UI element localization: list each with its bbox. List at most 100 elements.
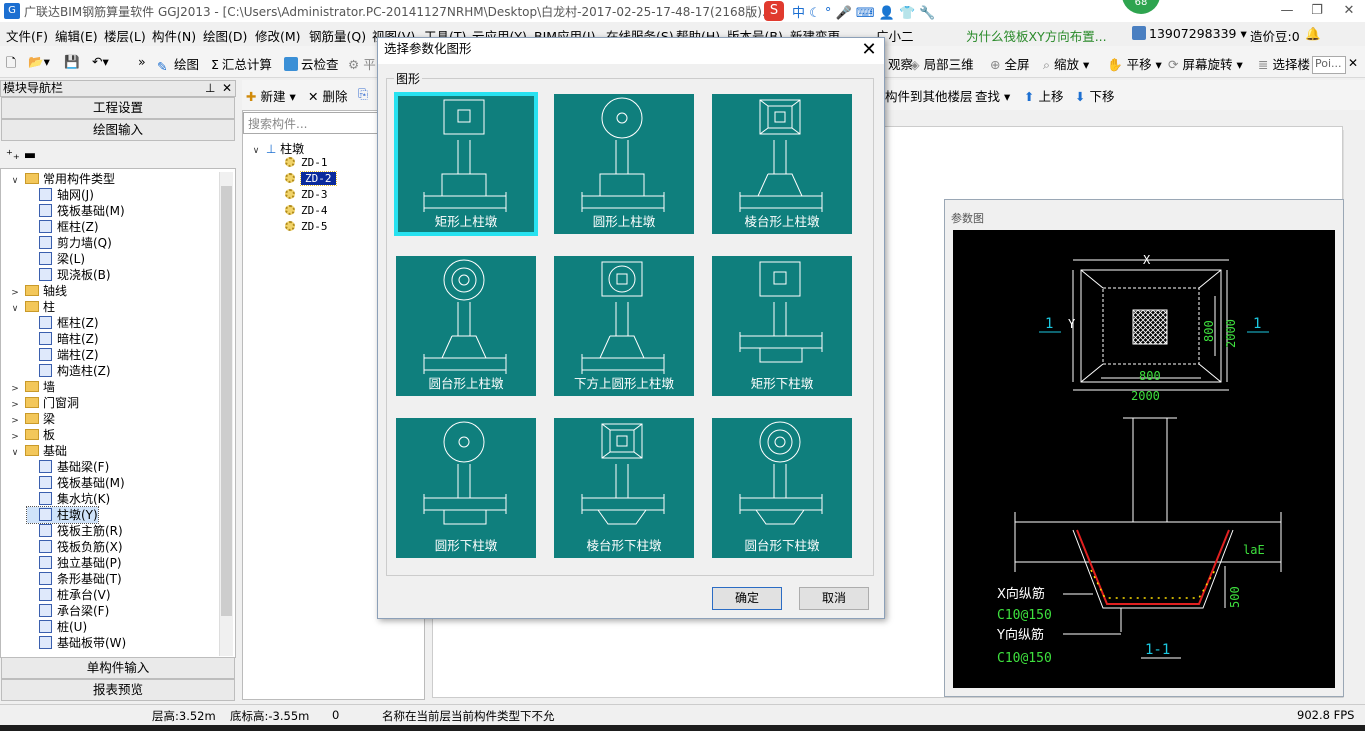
bell-icon[interactable]: 🔔 (1305, 26, 1321, 42)
local-3d-button[interactable]: ◈ 局部三维 (910, 54, 974, 73)
tree-item[interactable]: > 墙 (9, 379, 55, 395)
select-floor-button[interactable]: ≣ 选择楼 (1258, 54, 1310, 73)
report-preview-button[interactable]: 报表预览 (1, 679, 235, 701)
cloud-check-button[interactable]: 云检查 (284, 54, 339, 73)
poi-field[interactable]: Poi... (1312, 56, 1346, 74)
tree-item[interactable]: 框柱(Z) (27, 315, 99, 331)
save-icon[interactable]: 💾 (64, 54, 80, 70)
menu-draw[interactable]: 绘图(D) (203, 26, 247, 45)
sum-calc-button[interactable]: Σ 汇总计算 (211, 54, 272, 73)
flat-button[interactable]: ⚙ 平 (348, 54, 376, 73)
tree-item[interactable]: ∨ 柱 (9, 299, 55, 315)
cancel-button[interactable]: 取消 (799, 587, 869, 610)
component-item[interactable]: ZD-5 (285, 220, 328, 233)
tree-toggle-icon[interactable]: ∨ (9, 445, 21, 461)
tree-item[interactable]: 筏板基础(M) (27, 475, 125, 491)
component-item[interactable]: ZD-4 (285, 204, 328, 217)
tree-item[interactable]: 构造柱(Z) (27, 363, 111, 379)
tree-item[interactable]: > 门窗洞 (9, 395, 79, 411)
tree-item[interactable]: 基础梁(F) (27, 459, 109, 475)
new-file-icon[interactable]: 🗋 (6, 54, 16, 75)
open-file-icon[interactable]: 📂▾ (28, 54, 50, 70)
tree-item[interactable]: 轴网(J) (27, 187, 94, 203)
shape-tile[interactable]: 圆台形上柱墩 (396, 256, 536, 396)
tree-scrollbar[interactable] (219, 172, 233, 656)
component-item[interactable]: ZD-1 (285, 156, 328, 169)
shape-tile[interactable]: 矩形下柱墩 (712, 256, 852, 396)
nav-close-icon[interactable]: ✕ (222, 81, 232, 96)
project-settings-button[interactable]: 工程设置 (1, 97, 235, 119)
shape-tile[interactable]: 圆形上柱墩 (554, 94, 694, 234)
tree-scroll-thumb[interactable] (221, 186, 232, 616)
move-down-button[interactable]: ⬇ 下移 (1075, 86, 1114, 105)
tree-item[interactable]: 基础板带(W) (27, 635, 126, 651)
tree-item[interactable]: 框柱(Z) (27, 219, 99, 235)
expand-all-icon[interactable]: ⁺₊ ▬ (6, 148, 36, 163)
component-item[interactable]: ZD-3 (285, 188, 328, 201)
dialog-close-icon[interactable]: ✕ (858, 40, 880, 60)
account-phone[interactable]: 13907298339 ▾ (1132, 26, 1247, 41)
copy-to-floor-button[interactable]: 构件到其他楼层 (885, 86, 973, 105)
tree-item[interactable]: 独立基础(P) (27, 555, 122, 571)
draw-input-button[interactable]: 绘图输入 (1, 119, 235, 141)
tree-item[interactable]: 端柱(Z) (27, 347, 99, 363)
draw-button[interactable]: ✎ 绘图 (157, 54, 199, 74)
copy-icon[interactable]: ⎘ (358, 86, 368, 102)
main-scrollbar[interactable] (1343, 130, 1357, 698)
tree-item[interactable]: 桩(U) (27, 619, 87, 635)
shape-option[interactable]: 圆形上柱墩 (550, 88, 700, 242)
shape-option[interactable]: 矩形下柱墩 (708, 250, 858, 404)
shape-tile[interactable]: 矩形上柱墩 (394, 92, 538, 236)
tree-item[interactable]: 条形基础(T) (27, 571, 122, 587)
fullscreen-button[interactable]: ⊕ 全屏 (990, 54, 1029, 73)
shape-tile[interactable]: 棱台形上柱墩 (712, 94, 852, 234)
shape-option[interactable]: 棱台形上柱墩 (708, 88, 858, 242)
tree-item[interactable]: 筏板负筋(X) (27, 539, 123, 555)
zoom-button[interactable]: ⌕ 缩放 ▾ (1043, 54, 1089, 73)
notification-badge[interactable]: 68 (1122, 0, 1160, 14)
undo-icon[interactable]: ↶▾ (92, 54, 109, 69)
tree-item[interactable]: > 板 (9, 427, 55, 443)
menu-news-link[interactable]: 为什么筏板XY方向布置... (966, 26, 1107, 45)
shape-option[interactable]: 圆形下柱墩 (392, 412, 542, 566)
menu-edit[interactable]: 编辑(E) (55, 26, 98, 45)
delete-component-button[interactable]: ✕ 删除 (308, 86, 347, 105)
maximize-icon[interactable]: ❐ (1302, 2, 1332, 20)
collapse-toggle-icon[interactable]: ∨ (250, 146, 262, 156)
component-root[interactable]: ∨ ⊥ 柱墩 (250, 140, 304, 157)
tree-item[interactable]: 暗柱(Z) (27, 331, 99, 347)
new-component-button[interactable]: ✚ 新建 ▾ (246, 86, 296, 105)
shape-tile[interactable]: 圆台形下柱墩 (712, 418, 852, 558)
pan-button[interactable]: ✋ 平移 ▾ (1107, 54, 1162, 73)
shape-option[interactable]: 圆台形下柱墩 (708, 412, 858, 566)
tree-item[interactable]: 现浇板(B) (27, 267, 111, 283)
shape-option[interactable]: 下方上圆形上柱墩 (550, 250, 700, 404)
more-icon[interactable]: » (138, 54, 146, 69)
menu-rebar[interactable]: 钢筋量(Q) (309, 26, 366, 45)
tree-item[interactable]: 承台梁(F) (27, 603, 109, 619)
tree-item[interactable]: > 轴线 (9, 283, 67, 299)
menu-floor[interactable]: 楼层(L) (104, 26, 146, 45)
tree-item[interactable]: 剪力墙(Q) (27, 235, 112, 251)
single-component-input-button[interactable]: 单构件输入 (1, 657, 235, 679)
tree-item[interactable]: ∨ 常用构件类型 (9, 171, 115, 187)
tree-item[interactable]: ∨ 基础 (9, 443, 67, 459)
tree-item[interactable]: 筏板主筋(R) (27, 523, 123, 539)
tree-item[interactable]: 梁(L) (27, 251, 85, 267)
find-button[interactable]: 查找 ▾ (975, 86, 1010, 105)
tree-item[interactable]: > 梁 (9, 411, 55, 427)
tree-item[interactable]: 集水坑(K) (27, 491, 110, 507)
tree-item[interactable]: 柱墩(Y) (26, 506, 99, 524)
rotate-button[interactable]: ⟳ 屏幕旋转 ▾ (1168, 54, 1243, 73)
shape-tile[interactable]: 下方上圆形上柱墩 (554, 256, 694, 396)
ime-toolbar[interactable]: 中 ☾ ° 🎤 ⌨ 👤 👕 🔧 (792, 2, 936, 21)
menu-modify[interactable]: 修改(M) (255, 26, 301, 45)
menu-component[interactable]: 构件(N) (152, 26, 196, 45)
ok-button[interactable]: 确定 (712, 587, 782, 610)
tree-item[interactable]: 筏板基础(M) (27, 203, 125, 219)
shape-option[interactable]: 圆台形上柱墩 (392, 250, 542, 404)
component-search-input[interactable]: 搜索构件... (243, 112, 383, 134)
shape-option[interactable]: 棱台形下柱墩 (550, 412, 700, 566)
tree-toggle-icon[interactable]: ∨ (9, 173, 21, 189)
tree-item[interactable]: 桩承台(V) (27, 587, 111, 603)
